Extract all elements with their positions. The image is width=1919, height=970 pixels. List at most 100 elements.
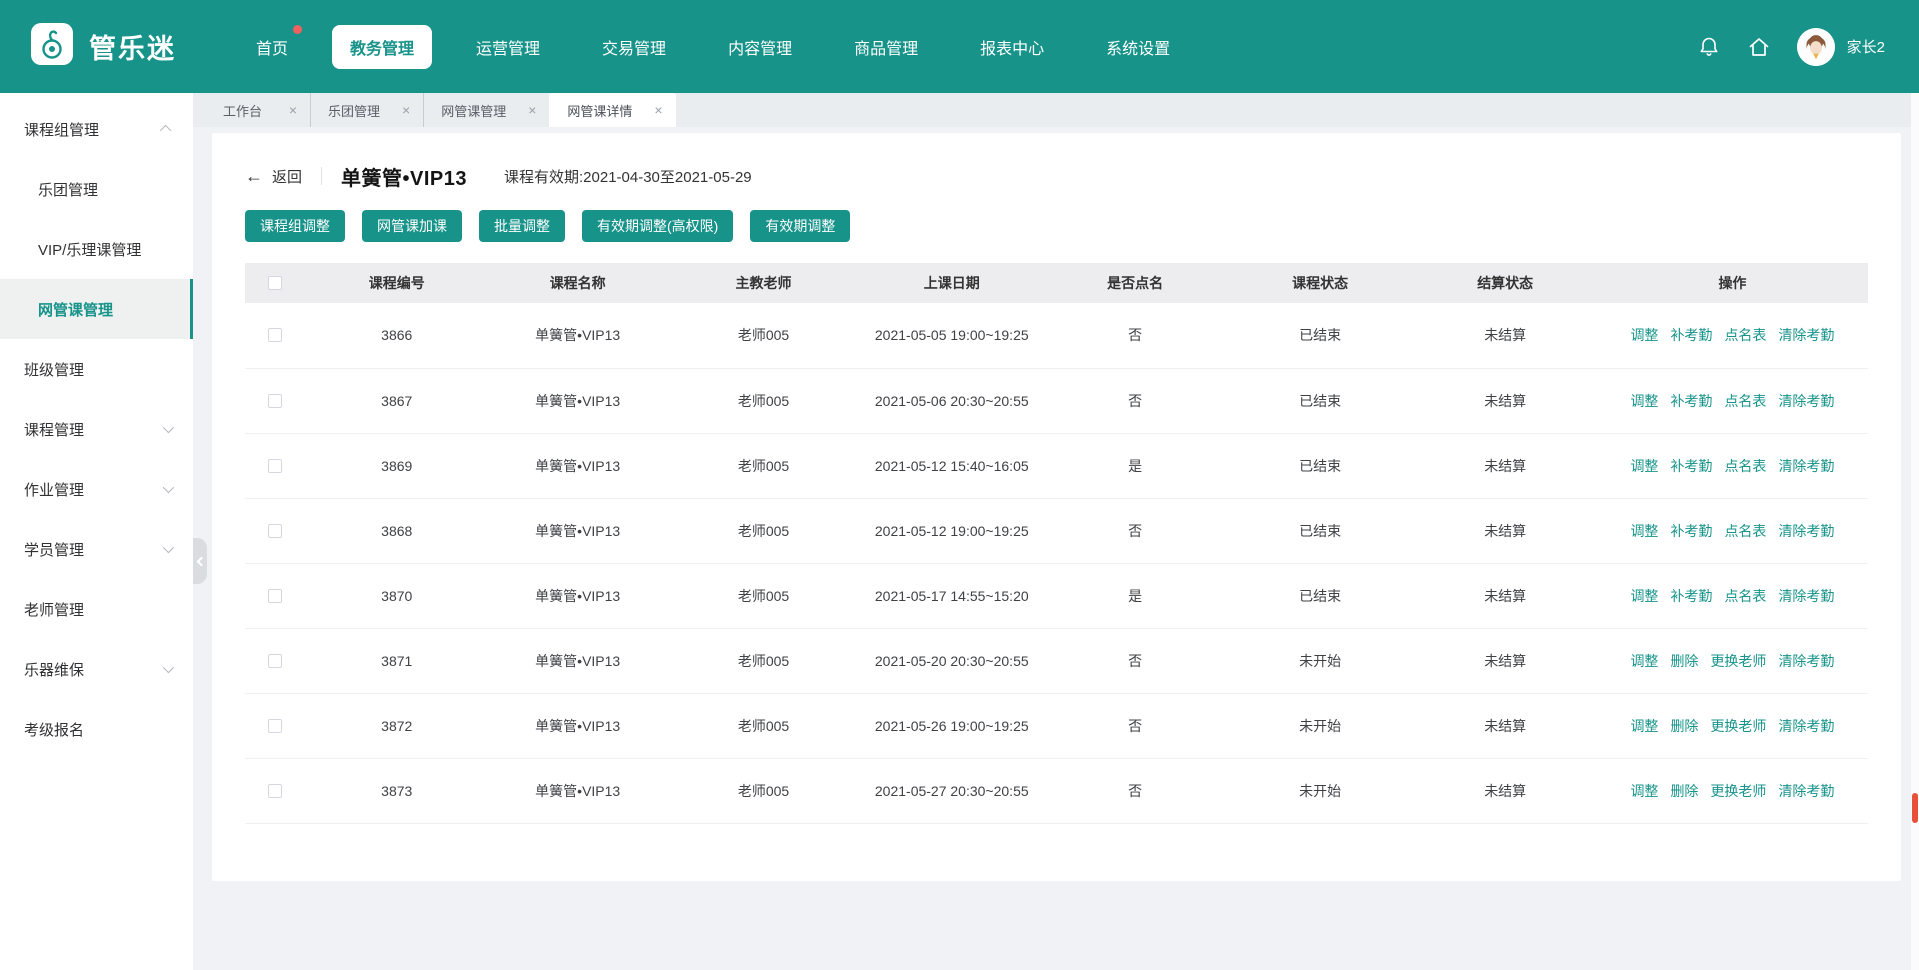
top-nav-item[interactable]: 首页 bbox=[238, 25, 306, 69]
row-action-link[interactable]: 调整 bbox=[1630, 393, 1658, 409]
actions-cell: 调整补考勤点名表清除考勤 bbox=[1597, 498, 1868, 563]
course-validity: 课程有效期:2021-04-30至2021-05-29 bbox=[504, 166, 752, 187]
row-action-link[interactable]: 补考勤 bbox=[1670, 523, 1712, 539]
sidebar-item[interactable]: 课程组管理 bbox=[0, 99, 193, 159]
tab-close-icon[interactable]: × bbox=[654, 103, 662, 117]
sidebar-item[interactable]: 乐团管理 bbox=[0, 159, 193, 219]
top-nav-item[interactable]: 商品管理 bbox=[836, 25, 936, 69]
course-name-cell: 单簧管•VIP13 bbox=[488, 303, 667, 368]
workspace-tab[interactable]: 乐团管理 × bbox=[310, 93, 423, 127]
row-checkbox[interactable] bbox=[268, 654, 282, 668]
row-action-link[interactable]: 调整 bbox=[1630, 653, 1658, 669]
row-checkbox[interactable] bbox=[268, 328, 282, 342]
workspace-tab[interactable]: 网管课管理 × bbox=[423, 93, 549, 127]
top-nav-item[interactable]: 交易管理 bbox=[584, 25, 684, 69]
row-action-link[interactable]: 清除考勤 bbox=[1778, 393, 1834, 409]
row-checkbox[interactable] bbox=[268, 459, 282, 473]
sidebar-item[interactable]: 作业管理 bbox=[0, 459, 193, 519]
toolbar-button[interactable]: 有效期调整 bbox=[750, 210, 850, 242]
teacher-cell: 老师005 bbox=[667, 498, 860, 563]
sidebar-item[interactable]: VIP/乐理课管理 bbox=[0, 219, 193, 279]
row-action-link[interactable]: 调整 bbox=[1630, 588, 1658, 604]
course-id-cell: 3866 bbox=[305, 303, 488, 368]
row-action-link[interactable]: 点名表 bbox=[1724, 327, 1766, 343]
row-action-link[interactable]: 更换老师 bbox=[1710, 653, 1766, 669]
workspace-tab[interactable]: 网管课详情 × bbox=[549, 93, 675, 127]
row-action-link[interactable]: 清除考勤 bbox=[1778, 588, 1834, 604]
row-action-link[interactable]: 点名表 bbox=[1724, 523, 1766, 539]
top-nav-item[interactable]: 报表中心 bbox=[962, 25, 1062, 69]
home-icon[interactable] bbox=[1747, 35, 1771, 59]
top-header: 管乐迷 首页 教务管理 运营管理 交易管理 内容管理 商品管理 报表中心 bbox=[0, 0, 1919, 93]
row-action-link[interactable]: 删除 bbox=[1670, 653, 1698, 669]
workspace-tab[interactable]: 工作台 × bbox=[206, 93, 310, 127]
teacher-cell: 老师005 bbox=[667, 433, 860, 498]
chevron-down-icon bbox=[163, 662, 174, 673]
sidebar-collapse-handle[interactable] bbox=[193, 538, 207, 584]
user-avatar[interactable] bbox=[1797, 28, 1835, 66]
row-action-link[interactable]: 清除考勤 bbox=[1778, 718, 1834, 734]
detail-header: ← 返回 单簧管•VIP13 课程有效期:2021-04-30至2021-05-… bbox=[245, 161, 1868, 191]
course-id-cell: 3870 bbox=[305, 563, 488, 628]
toolbar-button[interactable]: 批量调整 bbox=[479, 210, 565, 242]
row-action-link[interactable]: 补考勤 bbox=[1670, 458, 1712, 474]
row-action-link[interactable]: 清除考勤 bbox=[1778, 783, 1834, 799]
sidebar-item[interactable]: 网管课管理 bbox=[0, 279, 193, 339]
status-cell: 未开始 bbox=[1227, 628, 1414, 693]
row-action-link[interactable]: 点名表 bbox=[1724, 458, 1766, 474]
row-checkbox[interactable] bbox=[268, 589, 282, 603]
sidebar-item[interactable]: 班级管理 bbox=[0, 339, 193, 399]
row-action-link[interactable]: 补考勤 bbox=[1670, 588, 1712, 604]
tab-close-icon[interactable]: × bbox=[402, 103, 410, 117]
bell-icon[interactable] bbox=[1697, 35, 1721, 59]
row-action-link[interactable]: 补考勤 bbox=[1670, 327, 1712, 343]
row-action-link[interactable]: 调整 bbox=[1630, 523, 1658, 539]
sidebar-item[interactable]: 学员管理 bbox=[0, 519, 193, 579]
brand-logo[interactable]: 管乐迷 bbox=[0, 22, 176, 71]
row-action-link[interactable]: 调整 bbox=[1630, 327, 1658, 343]
page-scrollbar-thumb[interactable] bbox=[1912, 793, 1918, 823]
row-action-link[interactable]: 补考勤 bbox=[1670, 393, 1712, 409]
row-checkbox[interactable] bbox=[268, 394, 282, 408]
row-action-link[interactable]: 清除考勤 bbox=[1778, 523, 1834, 539]
sidebar-item[interactable]: 老师管理 bbox=[0, 579, 193, 639]
row-action-link[interactable]: 删除 bbox=[1670, 718, 1698, 734]
select-all-checkbox[interactable] bbox=[268, 276, 282, 290]
teacher-cell: 老师005 bbox=[667, 563, 860, 628]
row-action-link[interactable]: 点名表 bbox=[1724, 588, 1766, 604]
row-checkbox[interactable] bbox=[268, 784, 282, 798]
row-action-link[interactable]: 清除考勤 bbox=[1778, 327, 1834, 343]
top-nav-item[interactable]: 运营管理 bbox=[458, 25, 558, 69]
row-action-link[interactable]: 更换老师 bbox=[1710, 718, 1766, 734]
row-action-link[interactable]: 清除考勤 bbox=[1778, 653, 1834, 669]
table-row: 3868 单簧管•VIP13 老师005 2021-05-12 19:00~19… bbox=[245, 498, 1868, 563]
row-action-link[interactable]: 调整 bbox=[1630, 783, 1658, 799]
course-name-cell: 单簧管•VIP13 bbox=[488, 693, 667, 758]
row-action-link[interactable]: 调整 bbox=[1630, 718, 1658, 734]
top-nav-item[interactable]: 系统设置 bbox=[1088, 25, 1188, 69]
row-select-cell bbox=[245, 433, 305, 498]
sidebar-item[interactable]: 乐器维保 bbox=[0, 639, 193, 699]
toolbar-button[interactable]: 课程组调整 bbox=[245, 210, 345, 242]
row-action-link[interactable]: 删除 bbox=[1670, 783, 1698, 799]
sidebar-item[interactable]: 课程管理 bbox=[0, 399, 193, 459]
settlement-cell: 未结算 bbox=[1414, 368, 1597, 433]
row-action-link[interactable]: 更换老师 bbox=[1710, 783, 1766, 799]
back-button[interactable]: ← 返回 bbox=[245, 166, 302, 187]
chevron-down-icon bbox=[163, 482, 174, 493]
toolbar-button[interactable]: 网管课加课 bbox=[362, 210, 462, 242]
toolbar-button[interactable]: 有效期调整(高权限) bbox=[582, 210, 733, 242]
sidebar-item[interactable]: 考级报名 bbox=[0, 699, 193, 759]
row-checkbox[interactable] bbox=[268, 719, 282, 733]
top-nav-item[interactable]: 内容管理 bbox=[710, 25, 810, 69]
row-action-link[interactable]: 清除考勤 bbox=[1778, 458, 1834, 474]
row-action-link[interactable]: 点名表 bbox=[1724, 393, 1766, 409]
date-cell: 2021-05-26 19:00~19:25 bbox=[860, 693, 1043, 758]
top-nav-item[interactable]: 教务管理 bbox=[332, 25, 432, 69]
row-action-link[interactable]: 调整 bbox=[1630, 458, 1658, 474]
tab-close-icon[interactable]: × bbox=[289, 103, 297, 117]
tab-close-icon[interactable]: × bbox=[528, 103, 536, 117]
table-header: 课程编号课程名称主教老师上课日期是否点名课程状态结算状态操作 bbox=[245, 263, 1868, 303]
row-checkbox[interactable] bbox=[268, 524, 282, 538]
user-name[interactable]: 家长2 bbox=[1847, 36, 1885, 57]
